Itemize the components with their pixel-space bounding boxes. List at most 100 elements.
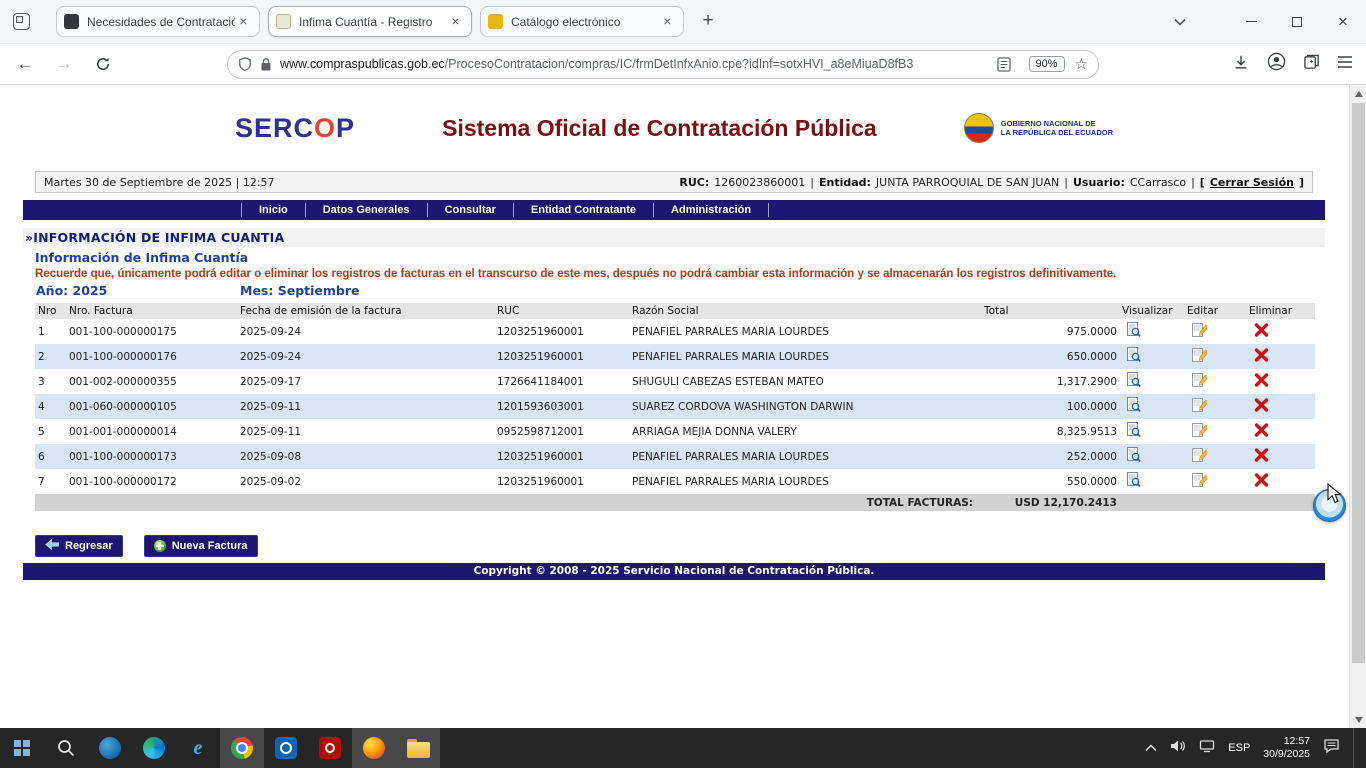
- menu-item-entidad-contratante[interactable]: Entidad Contratante: [514, 203, 654, 217]
- page-viewport: SERCOP Sistema Oficial de Contratación P…: [0, 85, 1366, 728]
- new-tab-button[interactable]: +: [694, 8, 722, 36]
- tab-close-icon[interactable]: ×: [447, 13, 464, 30]
- eliminar-icon[interactable]: [1254, 448, 1269, 462]
- notification-center-icon[interactable]: [1323, 738, 1340, 759]
- workspaces-icon[interactable]: [13, 13, 30, 30]
- editar-icon[interactable]: [1192, 397, 1207, 413]
- taskbar-search-button[interactable]: [44, 728, 88, 768]
- taskbar-app-chrome[interactable]: [220, 728, 264, 768]
- regresar-button[interactable]: Regresar: [35, 535, 123, 557]
- cell-total: 1,317.2900: [977, 376, 1119, 388]
- window-close-button[interactable]: ×: [1320, 0, 1366, 44]
- shield-icon[interactable]: [238, 56, 252, 72]
- total-facturas-label: TOTAL FACTURAS:: [630, 497, 977, 509]
- col-eliminar: Eliminar: [1246, 305, 1315, 317]
- taskbar-app-thunderbird[interactable]: [88, 728, 132, 768]
- period-line: Año: 2025 Mes: Septiembre: [23, 283, 1325, 301]
- menu-item-inicio[interactable]: Inicio: [241, 203, 306, 217]
- taskbar-clock[interactable]: 12:57 30/9/2025: [1263, 735, 1310, 761]
- tab-catalogo[interactable]: Catálogo electrónico ×: [480, 6, 684, 37]
- cell-ruc: 1203251960001: [495, 351, 630, 363]
- forward-button[interactable]: →: [53, 53, 75, 75]
- visualizar-icon[interactable]: [1127, 322, 1141, 338]
- menu-item-administracion[interactable]: Administración: [654, 203, 769, 217]
- download-icon[interactable]: [1232, 53, 1250, 76]
- logout-link[interactable]: Cerrar Sesión: [1210, 176, 1294, 189]
- page-scrollbar[interactable]: [1349, 85, 1366, 728]
- bracket: ]: [1299, 176, 1304, 189]
- bookmark-star-icon[interactable]: ☆: [1075, 55, 1088, 73]
- scrollbar-thumb[interactable]: [1352, 103, 1365, 663]
- scroll-up-arrow[interactable]: [1350, 85, 1366, 102]
- action-buttons: Regresar Nueva Factura: [35, 535, 1325, 557]
- cell-fecha: 2025-09-24: [238, 351, 495, 363]
- scroll-down-arrow[interactable]: [1350, 711, 1366, 728]
- tab-close-icon[interactable]: ×: [659, 13, 676, 30]
- tab-infima-cuantia[interactable]: Infima Cuantía - Registro ×: [268, 6, 472, 37]
- total-facturas-value: USD 12,170.2413: [977, 497, 1119, 509]
- eliminar-icon[interactable]: [1254, 373, 1269, 387]
- visualizar-icon[interactable]: [1127, 372, 1141, 388]
- session-bar: Martes 30 de Septiembre de 2025 | 12:57 …: [35, 171, 1313, 193]
- nueva-factura-button[interactable]: Nueva Factura: [144, 535, 258, 557]
- taskbar-app-edge[interactable]: [132, 728, 176, 768]
- volume-icon[interactable]: [1170, 739, 1186, 758]
- eliminar-icon[interactable]: [1254, 423, 1269, 437]
- visualizar-icon[interactable]: [1127, 347, 1141, 363]
- month-label: Mes: Septiembre: [240, 283, 360, 298]
- tab-list-chevron-icon[interactable]: [1174, 13, 1186, 31]
- maximize-button[interactable]: [1274, 0, 1320, 44]
- site-header: SERCOP Sistema Oficial de Contratación P…: [23, 85, 1325, 171]
- editar-icon[interactable]: [1192, 322, 1207, 338]
- col-fecha: Fecha de emisión de la factura: [238, 305, 495, 317]
- editar-icon[interactable]: [1192, 472, 1207, 488]
- cell-fecha: 2025-09-08: [238, 451, 495, 463]
- taskbar-app-outlook[interactable]: [264, 728, 308, 768]
- editar-icon[interactable]: [1192, 347, 1207, 363]
- cell-nro: 7: [35, 476, 67, 488]
- editar-icon[interactable]: [1192, 422, 1207, 438]
- refresh-button[interactable]: [92, 53, 114, 75]
- lock-icon[interactable]: [260, 57, 272, 72]
- tab-necesidades[interactable]: Necesidades de Contratación y ×: [56, 6, 260, 37]
- taskbar-app-firefox[interactable]: [352, 728, 396, 768]
- minimize-button[interactable]: [1228, 0, 1274, 44]
- tray-chevron-up-icon[interactable]: [1145, 739, 1157, 757]
- url-field[interactable]: www.compraspublicas.gob.ec/ProcesoContra…: [227, 50, 1099, 79]
- eliminar-icon[interactable]: [1254, 473, 1269, 487]
- cell-razon-social: SHUGULI CABEZAS ESTEBAN MATEO: [630, 376, 977, 388]
- ecuador-coat-of-arms-icon: [964, 113, 994, 143]
- show-desktop-strip[interactable]: [1353, 728, 1358, 768]
- visualizar-icon[interactable]: [1127, 422, 1141, 438]
- start-button[interactable]: [0, 728, 44, 768]
- visualizar-icon[interactable]: [1127, 397, 1141, 413]
- language-indicator[interactable]: ESP: [1228, 742, 1250, 754]
- profile-icon[interactable]: [1267, 52, 1286, 76]
- taskbar-app-internet-explorer[interactable]: e: [176, 728, 220, 768]
- menu-item-consultar[interactable]: Consultar: [428, 203, 514, 217]
- menu-icon[interactable]: [1337, 55, 1353, 74]
- zoom-level-badge[interactable]: 90%: [1029, 56, 1065, 72]
- editar-icon[interactable]: [1192, 447, 1207, 463]
- tab-close-icon[interactable]: ×: [235, 13, 252, 30]
- visualizar-icon[interactable]: [1127, 472, 1141, 488]
- eliminar-icon[interactable]: [1254, 323, 1269, 337]
- visualizar-icon[interactable]: [1127, 447, 1141, 463]
- separator: |: [1064, 176, 1068, 189]
- taskbar-app-file-explorer[interactable]: [396, 728, 440, 768]
- eliminar-icon[interactable]: [1254, 348, 1269, 362]
- separator: |: [810, 176, 814, 189]
- editar-icon[interactable]: [1192, 372, 1207, 388]
- eliminar-icon[interactable]: [1254, 398, 1269, 412]
- reader-mode-icon[interactable]: [997, 57, 1011, 72]
- cell-razon-social: ARRIAGA MEJIA DONNA VALERY: [630, 426, 977, 438]
- collections-icon[interactable]: [1303, 53, 1320, 75]
- back-button[interactable]: ←: [14, 53, 36, 75]
- table-row: 6 001-100-000000173 2025-09-08 120325196…: [35, 444, 1315, 469]
- cell-total: 100.0000: [977, 401, 1119, 413]
- network-icon[interactable]: [1199, 739, 1215, 758]
- col-ruc: RUC: [495, 305, 630, 317]
- menu-item-datos-generales[interactable]: Datos Generales: [306, 203, 428, 217]
- taskbar-app-acrobat[interactable]: [308, 728, 352, 768]
- url-path: /ProcesoContratacion/compras/IC/frmDetIn…: [445, 57, 914, 71]
